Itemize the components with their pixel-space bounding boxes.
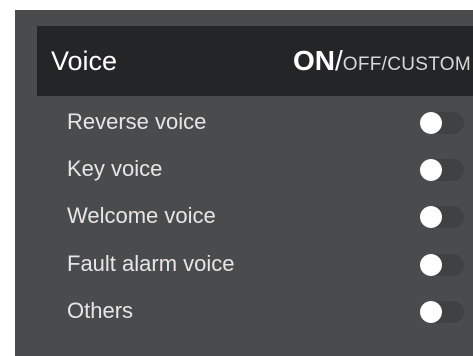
welcome-voice-toggle[interactable] — [420, 206, 464, 228]
voice-header: Voice ON/OFF/CUSTOM — [37, 26, 473, 96]
setting-label: Others — [67, 298, 134, 323]
setting-label: Key voice — [67, 156, 163, 181]
toggle-knob — [420, 159, 442, 181]
setting-row-welcome-voice: Welcome voice — [15, 197, 473, 237]
mode-separator: / — [334, 45, 343, 76]
voice-settings-panel: Voice ON/OFF/CUSTOM Reverse voice Key vo… — [15, 10, 473, 356]
setting-row-reverse-voice: Reverse voice — [15, 103, 473, 143]
fault-alarm-voice-toggle[interactable] — [420, 254, 464, 276]
toggle-knob — [420, 254, 442, 276]
others-toggle[interactable] — [420, 301, 464, 323]
setting-row-fault-alarm-voice: Fault alarm voice — [15, 245, 473, 285]
toggle-knob — [420, 301, 442, 323]
voice-title: Voice — [51, 46, 118, 76]
setting-row-others: Others — [15, 292, 473, 332]
mode-on-option[interactable]: ON — [293, 45, 335, 76]
toggle-knob — [420, 206, 442, 228]
mode-off-custom-options[interactable]: OFF/CUSTOM — [343, 54, 471, 75]
setting-label: Reverse voice — [67, 109, 207, 134]
voice-mode-selector[interactable]: ON/OFF/CUSTOM — [293, 45, 471, 77]
reverse-voice-toggle[interactable] — [420, 112, 464, 134]
setting-row-key-voice: Key voice — [15, 150, 473, 190]
toggle-knob — [420, 112, 442, 134]
setting-label: Fault alarm voice — [67, 251, 235, 276]
setting-label: Welcome voice — [67, 203, 216, 228]
key-voice-toggle[interactable] — [420, 159, 464, 181]
